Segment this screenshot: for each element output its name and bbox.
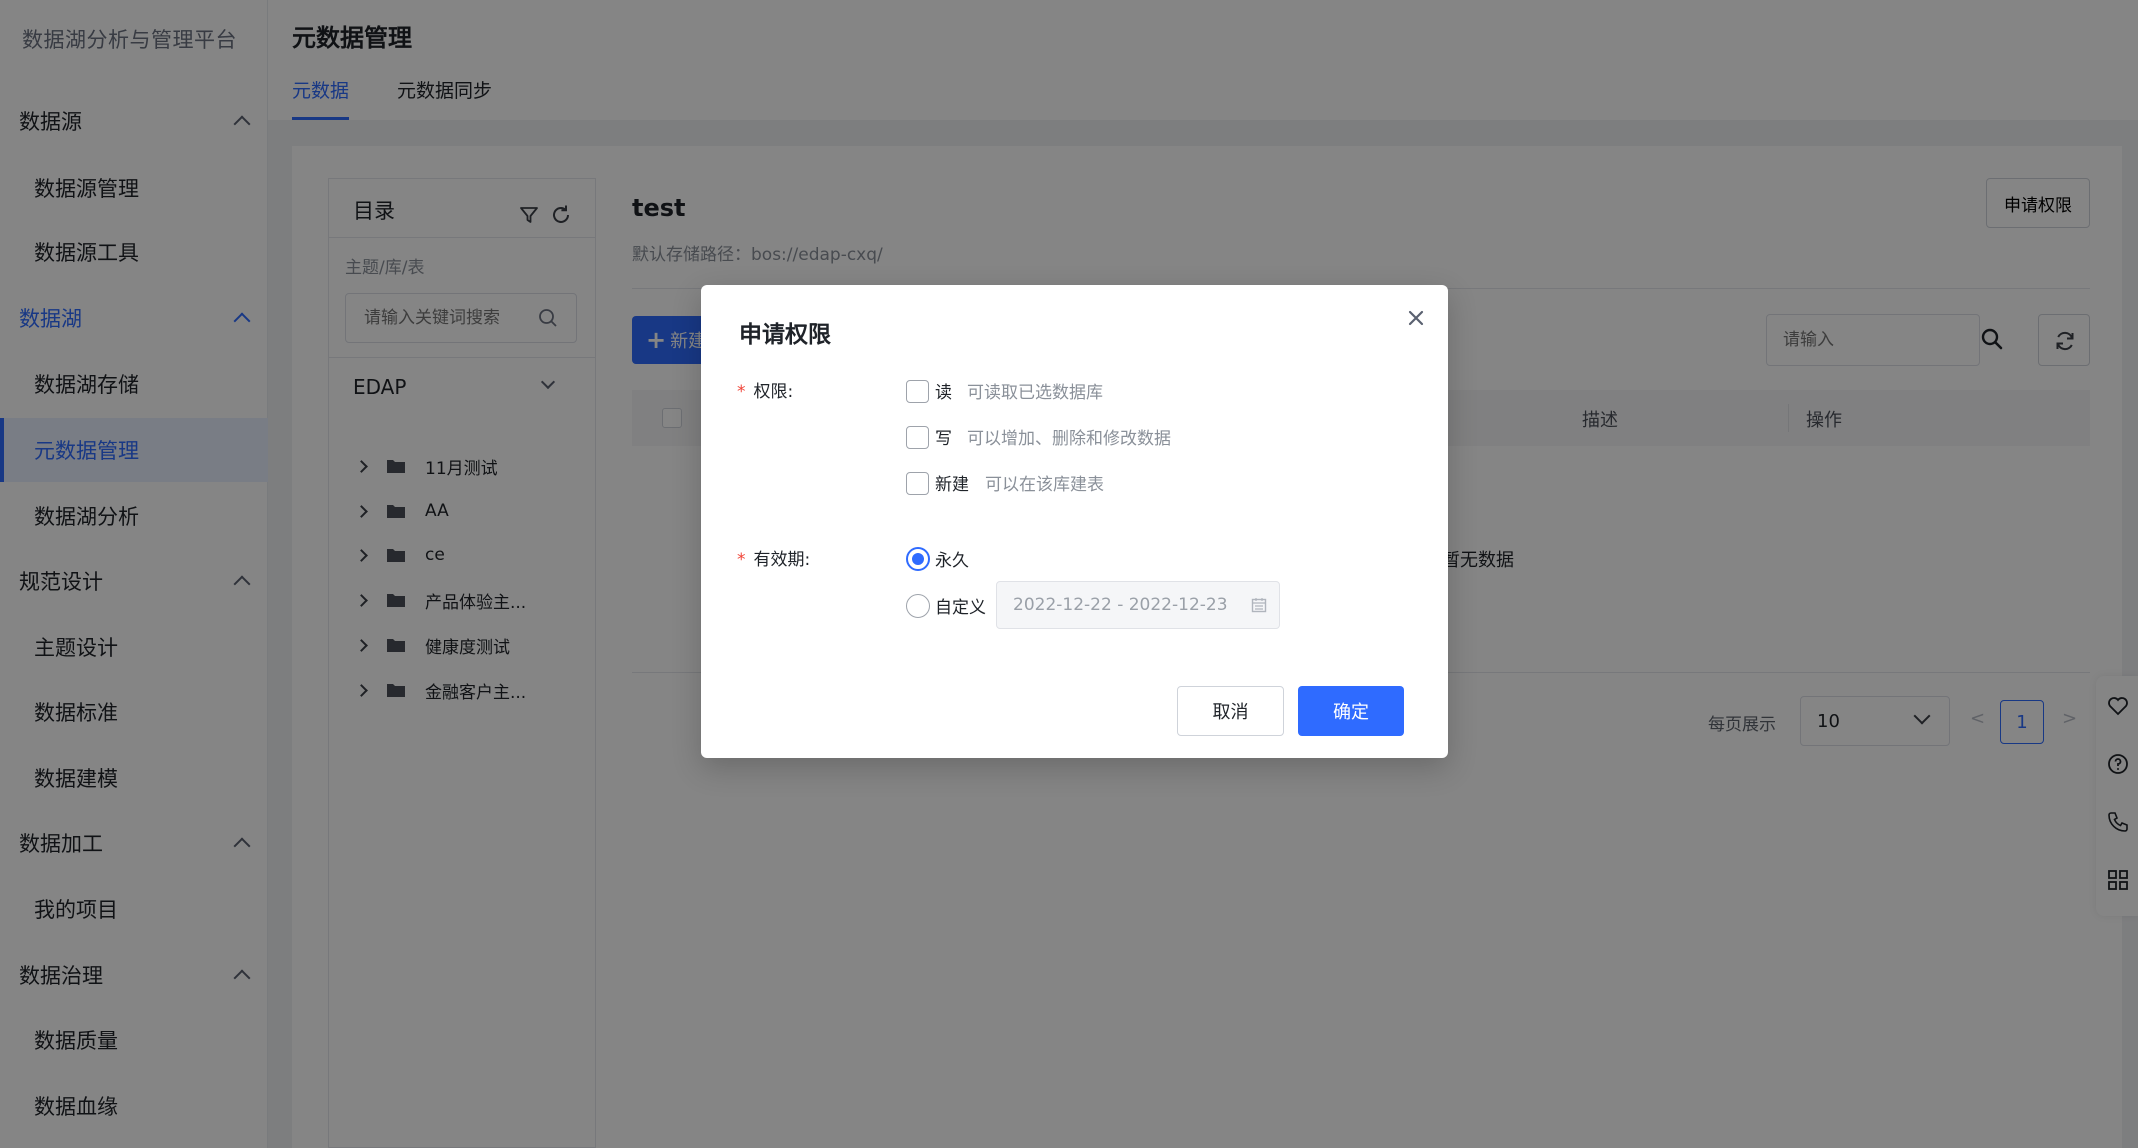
confirm-button[interactable]: 确定 bbox=[1298, 686, 1404, 736]
permission-field-label: * 权限: bbox=[737, 377, 793, 402]
date-range-value: 2022-12-22 - 2022-12-23 bbox=[1013, 595, 1228, 615]
app-root: 数据湖分析与管理平台 数据源 数据源管理 数据源工具 数据湖 数据湖存储 元数据… bbox=[0, 0, 2138, 1148]
permission-label-text: 权限: bbox=[753, 382, 794, 402]
permission-read-checkbox[interactable] bbox=[906, 380, 929, 403]
permission-create-checkbox[interactable] bbox=[906, 472, 929, 495]
validity-permanent-radio[interactable] bbox=[906, 547, 930, 571]
apply-permission-dialog: 申请权限 * 权限: 读 可读取已选数据库 写 可以增加、删除和修改数据 新建 可… bbox=[701, 285, 1448, 758]
validity-permanent-label[interactable]: 永久 bbox=[935, 546, 969, 571]
permission-write-label[interactable]: 写 bbox=[935, 424, 952, 449]
validity-custom-radio[interactable] bbox=[906, 594, 930, 618]
validity-field-label: * 有效期: bbox=[737, 545, 810, 570]
required-mark: * bbox=[737, 550, 746, 570]
date-range-picker[interactable]: 2022-12-22 - 2022-12-23 bbox=[996, 581, 1280, 629]
permission-read-label[interactable]: 读 bbox=[935, 378, 952, 403]
cancel-button[interactable]: 取消 bbox=[1177, 686, 1284, 736]
permission-write-desc: 可以增加、删除和修改数据 bbox=[967, 429, 1171, 449]
validity-custom-label[interactable]: 自定义 bbox=[935, 593, 986, 618]
permission-create-label[interactable]: 新建 bbox=[935, 470, 969, 495]
close-icon[interactable] bbox=[1401, 303, 1431, 333]
dialog-title: 申请权限 bbox=[739, 322, 831, 348]
validity-label-text: 有效期: bbox=[753, 550, 811, 570]
calendar-icon bbox=[1251, 598, 1267, 613]
permission-read-desc: 可读取已选数据库 bbox=[967, 383, 1103, 403]
permission-write-checkbox[interactable] bbox=[906, 426, 929, 449]
permission-create-desc: 可以在该库建表 bbox=[985, 475, 1104, 495]
required-mark: * bbox=[737, 382, 746, 402]
